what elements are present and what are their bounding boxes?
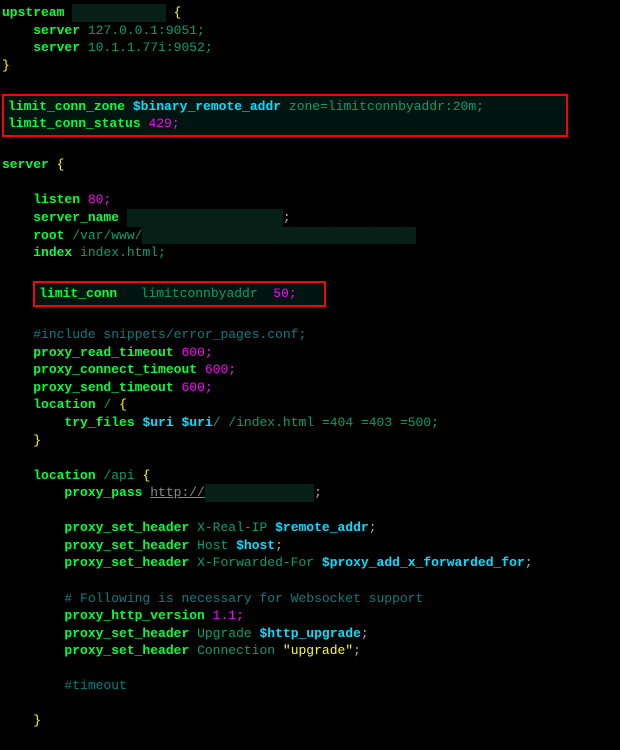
tf-rest: / /index.html =404 =403 =500;: [213, 415, 439, 430]
kw-proxy-http-version: proxy_http_version: [64, 608, 204, 623]
server1-addr: 127.0.0.1:9051;: [88, 23, 205, 38]
kw-proxy-read-timeout: proxy_read_timeout: [33, 345, 173, 360]
comment-include: #include snippets/error_pages.conf;: [33, 327, 306, 342]
kw-proxy-set-header: proxy_set_header: [64, 555, 189, 570]
index-file: index.html;: [80, 245, 166, 260]
psh3-name: X-Forwarded-For: [197, 555, 314, 570]
kw-limit-conn-status: limit_conn_status: [8, 116, 141, 131]
psh1-name: X-Real-IP: [197, 520, 267, 535]
loc2-path: /api: [103, 468, 134, 483]
kw-proxy-set-header: proxy_set_header: [64, 643, 189, 658]
server-name-redacted: ████████████████████: [127, 209, 283, 227]
highlight-limit-conn: limit_conn limitconnbyaddr 50;: [33, 281, 326, 307]
listen-port: 80;: [88, 192, 111, 207]
kw-proxy-set-header: proxy_set_header: [64, 538, 189, 553]
psh2-var: $host: [236, 538, 275, 553]
kw-server-name: server_name: [33, 210, 119, 225]
kw-proxy-set-header: proxy_set_header: [64, 626, 189, 641]
comment-websocket: # Following is necessary for Websocket s…: [64, 591, 423, 606]
pct-value: 600;: [205, 362, 236, 377]
kw-limit-conn-zone: limit_conn_zone: [8, 99, 125, 114]
psh1-var: $remote_addr: [275, 520, 369, 535]
kw-proxy-send-timeout: proxy_send_timeout: [33, 380, 173, 395]
kw-proxy-connect-timeout: proxy_connect_timeout: [33, 362, 197, 377]
kw-server: server: [33, 40, 80, 55]
pst-value: 600;: [181, 380, 212, 395]
kw-server: server: [33, 23, 80, 38]
root-redacted: ███████████████████████████████████: [142, 227, 415, 245]
lc-zone: limitconnbyaddr: [141, 286, 258, 301]
kw-root: root: [33, 228, 64, 243]
prt-value: 600;: [181, 345, 212, 360]
psh5-str: "upgrade": [283, 643, 353, 658]
server2-addr: 10.1.1.77i:9052;: [88, 40, 213, 55]
var-binary-remote-addr: $binary_remote_addr: [133, 99, 281, 114]
psh4-name: Upgrade: [197, 626, 252, 641]
lcs-value: 429;: [148, 116, 179, 131]
highlight-limit-conn-zone: limit_conn_zone $binary_remote_addr zone…: [2, 94, 568, 137]
kw-index: index: [33, 245, 72, 260]
root-path: /var/www/: [72, 228, 142, 243]
kw-upstream: upstream: [2, 5, 64, 20]
kw-listen: listen: [33, 192, 80, 207]
proxy-pass-proto: http://: [150, 485, 205, 500]
nginx-config-code: upstream ████████████ { server 127.0.0.1…: [0, 0, 620, 750]
kw-proxy-pass: proxy_pass: [64, 485, 142, 500]
kw-proxy-set-header: proxy_set_header: [64, 520, 189, 535]
kw-try-files: try_files: [64, 415, 134, 430]
proxy-pass-host-redacted: ██████████████: [205, 484, 314, 502]
tf-var2: $uri: [181, 415, 212, 430]
upstream-name-redacted: ████████████: [72, 4, 166, 22]
kw-location: location: [33, 397, 95, 412]
lc-number: 50;: [273, 286, 296, 301]
kw-location: location: [33, 468, 95, 483]
psh5-name: Connection: [197, 643, 275, 658]
loc1-path: /: [103, 397, 111, 412]
kw-server-block: server: [2, 157, 49, 172]
comment-timeout: #timeout: [64, 678, 126, 693]
phv-value: 1.1;: [213, 608, 244, 623]
kw-limit-conn: limit_conn: [39, 286, 117, 301]
tf-var1: $uri: [142, 415, 173, 430]
psh2-name: Host: [197, 538, 228, 553]
psh4-var: $http_upgrade: [259, 626, 360, 641]
psh3-var: $proxy_add_x_forwarded_for: [322, 555, 525, 570]
lcz-opts: zone=limitconnbyaddr:20m;: [289, 99, 484, 114]
